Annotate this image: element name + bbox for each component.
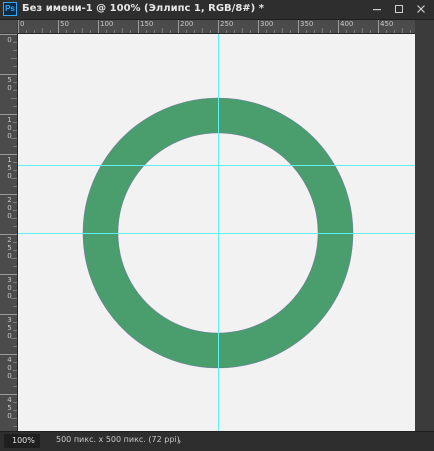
ruler-label: 150 <box>7 156 12 180</box>
ruler-label: 250 <box>7 236 12 260</box>
ruler-label: 100 <box>100 20 114 28</box>
ruler-label: 50 <box>7 76 12 92</box>
ruler-label: 400 <box>340 20 354 28</box>
ruler-label: 250 <box>220 20 234 28</box>
zoom-field[interactable]: 100% <box>4 434 40 448</box>
ruler-label: 0 <box>20 20 25 28</box>
ruler-label: 450 <box>7 396 12 420</box>
ruler-label: 0 <box>7 36 12 44</box>
ruler-label: 300 <box>7 276 12 300</box>
document-canvas[interactable] <box>18 34 415 431</box>
ruler-label: 450 <box>380 20 394 28</box>
ruler-label: 200 <box>180 20 194 28</box>
status-menu-arrow-icon[interactable]: › <box>178 436 181 446</box>
ellipse-ring-shape[interactable] <box>82 97 354 369</box>
vertical-scrollbar[interactable] <box>415 20 434 431</box>
ruler-label: 100 <box>7 116 12 140</box>
ruler-corner[interactable] <box>0 20 17 33</box>
ruler-label: 350 <box>7 316 12 340</box>
close-icon[interactable] <box>414 2 428 16</box>
horizontal-ruler-ticks <box>18 20 411 33</box>
horizontal-ruler[interactable]: 0 50 100 150 200 250 300 350 400 450 <box>18 20 415 34</box>
document-tab[interactable]: Ps Без имени-1 @ 100% (Эллипс 1, RGB/8#)… <box>0 0 434 20</box>
ruler-label: 300 <box>260 20 274 28</box>
photoshop-logo-icon: Ps <box>3 2 17 16</box>
ruler-label: 200 <box>7 196 12 220</box>
vertical-ruler[interactable]: 0 50 100 150 200 250 300 350 400 450 <box>0 34 18 431</box>
minimize-icon[interactable] <box>370 2 384 16</box>
ruler-label: 350 <box>300 20 314 28</box>
ruler-label: 400 <box>7 356 12 380</box>
document-info: 500 пикс. x 500 пикс. (72 ppi) <box>56 435 180 444</box>
document-title: Без имени-1 @ 100% (Эллипс 1, RGB/8#) * <box>22 3 264 14</box>
ruler-label: 50 <box>60 20 69 28</box>
ruler-label: 150 <box>140 20 154 28</box>
maximize-icon[interactable] <box>392 2 406 16</box>
